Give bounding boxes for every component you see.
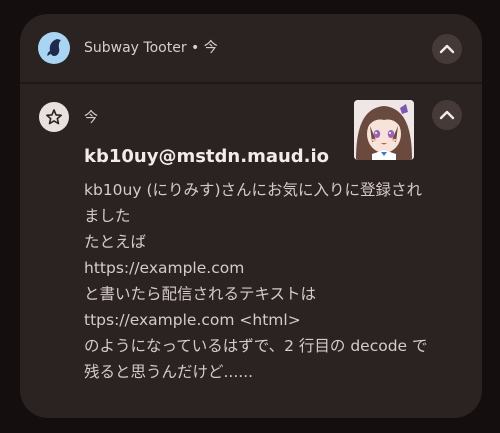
notification-time: 今 bbox=[84, 110, 98, 126]
body-line: https://example.com bbox=[84, 259, 245, 277]
body-line: ttps://example.com <html> bbox=[84, 311, 301, 329]
user-avatar-image bbox=[354, 100, 414, 160]
body-line: のようになっているはずで、2 行目の decode で bbox=[84, 337, 428, 355]
notification-body: kb10uy (にりみす)さんにお気に入りに登録され ました たとえば http… bbox=[84, 177, 474, 385]
star-outline-icon bbox=[39, 102, 69, 132]
notification-group-header[interactable]: Subway Tooter • 今 bbox=[20, 14, 482, 82]
body-line: ました bbox=[84, 207, 131, 225]
notification-card[interactable]: Subway Tooter • 今 今 kb10uy@mstdn.maud.io… bbox=[20, 14, 482, 418]
body-line: kb10uy (にりみす)さんにお気に入りに登録され bbox=[84, 181, 423, 199]
body-line: と書いたら配信されるテキストは bbox=[84, 285, 317, 303]
app-name-and-time: Subway Tooter • 今 bbox=[84, 40, 218, 56]
chevron-up-icon bbox=[439, 44, 455, 54]
notification-title: kb10uy@mstdn.maud.io bbox=[84, 146, 330, 167]
divider bbox=[20, 82, 482, 84]
collapse-notification-button[interactable] bbox=[432, 100, 462, 130]
collapse-group-button[interactable] bbox=[432, 34, 462, 64]
body-line: たとえば bbox=[84, 233, 147, 251]
body-line: 残ると思うんだけど...... bbox=[84, 363, 254, 381]
subway-tooter-app-icon bbox=[38, 32, 70, 64]
chevron-up-icon bbox=[439, 110, 455, 120]
